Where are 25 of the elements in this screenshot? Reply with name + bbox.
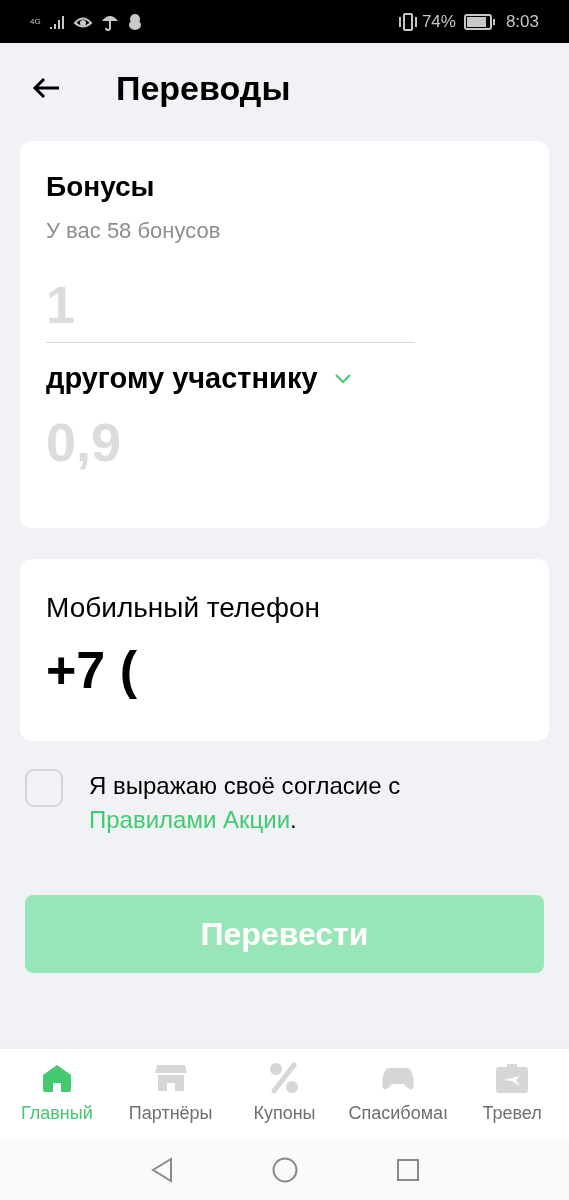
phone-card[interactable]: Мобильный телефон +7 ( [20, 559, 549, 741]
phone-field[interactable]: +7 ( [46, 637, 523, 703]
recents-icon[interactable] [395, 1158, 420, 1182]
suitcase-icon [494, 1062, 531, 1094]
network-label: 4G [30, 17, 41, 26]
vibrate-icon [397, 12, 418, 31]
signal-icon [48, 14, 65, 29]
nav-tab[interactable]: Купоны [227, 1062, 342, 1127]
recipient-dropdown[interactable]: другому участнику [46, 357, 352, 401]
nav-tab[interactable]: Тревел [455, 1062, 569, 1127]
clock: 8:03 [505, 10, 539, 33]
home-circle-icon[interactable] [271, 1157, 298, 1183]
card-title: Бонусы [46, 170, 156, 204]
battery-percent: 74% [421, 10, 456, 33]
consent-checkbox[interactable] [25, 769, 63, 807]
balance-text: У вас 58 бонусов [46, 217, 222, 245]
nav-tab[interactable]: Спасибомаı [341, 1062, 456, 1127]
nav-tab[interactable]: Партнёры [113, 1062, 228, 1127]
phone-label: Мобильный телефон [46, 591, 321, 625]
battery-icon [463, 13, 496, 30]
chevron-down-icon [333, 372, 352, 385]
page-title: Переводы [116, 67, 291, 109]
shop-icon [152, 1062, 189, 1094]
back-icon[interactable] [149, 1157, 174, 1183]
consent-text: Я выражаю своё согласие с Правилами Акции. [89, 771, 402, 835]
